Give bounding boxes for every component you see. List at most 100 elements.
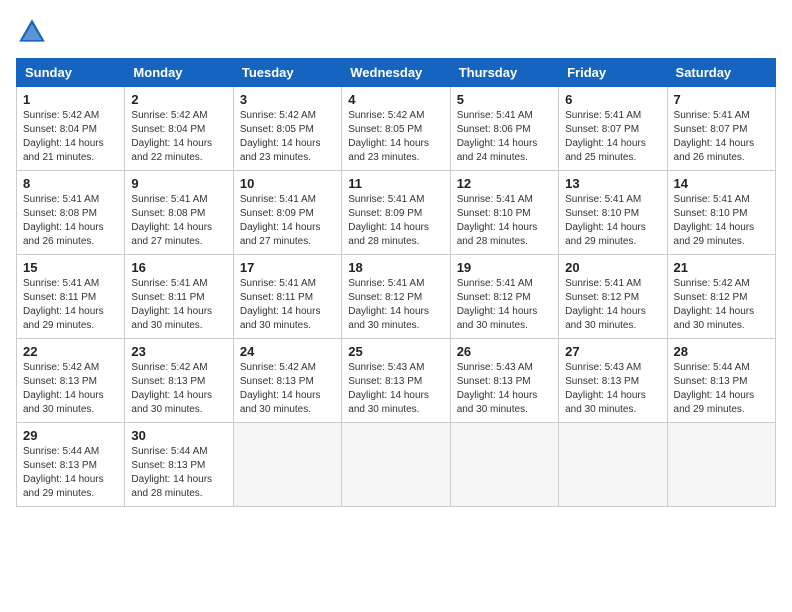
calendar-cell: 29 Sunrise: 5:44 AMSunset: 8:13 PMDayligh… [17,423,125,507]
week-row-4: 22Sunrise: 5:42 AMSunset: 8:13 PMDayligh… [17,339,776,423]
day-info: Sunrise: 5:41 AMSunset: 8:10 PMDaylight:… [674,193,769,249]
day-number: 27 [565,344,660,359]
day-info: Sunrise: 5:41 AMSunset: 8:06 PMDaylight:… [457,109,552,165]
calendar-cell: 12 Sunrise: 5:41 AMSunset: 8:10 PMDayligh… [450,171,558,255]
day-info: Sunrise: 5:41 AMSunset: 8:09 PMDaylight:… [240,193,335,249]
day-number: 7 [674,92,769,107]
day-number: 28 [674,344,769,359]
day-info: Sunrise: 5:44 AMSunset: 8:13 PMDaylight:… [23,445,118,501]
calendar-cell [450,423,558,507]
calendar-cell: 13 Sunrise: 5:41 AMSunset: 8:10 PMDayligh… [559,171,667,255]
day-info: Sunrise: 5:41 AMSunset: 8:11 PMDaylight:… [131,277,226,333]
calendar-cell: 30 Sunrise: 5:44 AMSunset: 8:13 PMDayligh… [125,423,233,507]
day-number: 13 [565,176,660,191]
weekday-header-wednesday: Wednesday [342,59,450,87]
day-info: Sunrise: 5:42 AMSunset: 8:04 PMDaylight:… [131,109,226,165]
calendar-cell: 11 Sunrise: 5:41 AMSunset: 8:09 PMDayligh… [342,171,450,255]
day-info: Sunrise: 5:41 AMSunset: 8:10 PMDaylight:… [457,193,552,249]
calendar-cell: 2 Sunrise: 5:42 AMSunset: 8:04 PMDaylight… [125,87,233,171]
calendar-cell: 20 Sunrise: 5:41 AMSunset: 8:12 PMDayligh… [559,255,667,339]
week-row-5: 29 Sunrise: 5:44 AMSunset: 8:13 PMDayligh… [17,423,776,507]
day-number: 12 [457,176,552,191]
day-info: Sunrise: 5:41 AMSunset: 8:08 PMDaylight:… [23,193,118,249]
calendar-cell: 4 Sunrise: 5:42 AMSunset: 8:05 PMDaylight… [342,87,450,171]
day-info: Sunrise: 5:43 AMSunset: 8:13 PMDaylight:… [457,361,552,417]
day-number: 10 [240,176,335,191]
weekday-header-tuesday: Tuesday [233,59,341,87]
weekday-header-sunday: Sunday [17,59,125,87]
calendar-cell: 16 Sunrise: 5:41 AMSunset: 8:11 PMDayligh… [125,255,233,339]
calendar-cell: 21 Sunrise: 5:42 AMSunset: 8:12 PMDayligh… [667,255,775,339]
day-number: 1 [23,92,118,107]
calendar-cell: 14 Sunrise: 5:41 AMSunset: 8:10 PMDayligh… [667,171,775,255]
day-info: Sunrise: 5:41 AMSunset: 8:10 PMDaylight:… [565,193,660,249]
day-number: 5 [457,92,552,107]
calendar-cell [342,423,450,507]
calendar-cell: 19 Sunrise: 5:41 AMSunset: 8:12 PMDayligh… [450,255,558,339]
day-info: Sunrise: 5:43 AMSunset: 8:13 PMDaylight:… [348,361,443,417]
day-info: Sunrise: 5:43 AMSunset: 8:13 PMDaylight:… [565,361,660,417]
calendar-cell: 28 Sunrise: 5:44 AMSunset: 8:13 PMDayligh… [667,339,775,423]
logo-icon [16,16,48,48]
day-number: 8 [23,176,118,191]
day-number: 29 [23,428,118,443]
day-number: 6 [565,92,660,107]
week-row-3: 15 Sunrise: 5:41 AMSunset: 8:11 PMDayligh… [17,255,776,339]
day-number: 9 [131,176,226,191]
day-number: 2 [131,92,226,107]
calendar-cell: 26Sunrise: 5:43 AMSunset: 8:13 PMDayligh… [450,339,558,423]
day-number: 20 [565,260,660,275]
day-info: Sunrise: 5:42 AMSunset: 8:04 PMDaylight:… [23,109,118,165]
page-header [16,16,776,48]
day-number: 15 [23,260,118,275]
day-info: Sunrise: 5:42 AMSunset: 8:13 PMDaylight:… [131,361,226,417]
calendar-cell: 22Sunrise: 5:42 AMSunset: 8:13 PMDayligh… [17,339,125,423]
calendar-cell: 3 Sunrise: 5:42 AMSunset: 8:05 PMDaylight… [233,87,341,171]
weekday-header-saturday: Saturday [667,59,775,87]
weekday-header-row: SundayMondayTuesdayWednesdayThursdayFrid… [17,59,776,87]
day-number: 3 [240,92,335,107]
day-info: Sunrise: 5:41 AMSunset: 8:07 PMDaylight:… [674,109,769,165]
day-info: Sunrise: 5:42 AMSunset: 8:05 PMDaylight:… [240,109,335,165]
day-info: Sunrise: 5:44 AMSunset: 8:13 PMDaylight:… [674,361,769,417]
calendar-cell: 27 Sunrise: 5:43 AMSunset: 8:13 PMDayligh… [559,339,667,423]
day-number: 21 [674,260,769,275]
weekday-header-thursday: Thursday [450,59,558,87]
calendar-cell [667,423,775,507]
day-info: Sunrise: 5:42 AMSunset: 8:13 PMDaylight:… [23,361,118,417]
day-number: 16 [131,260,226,275]
weekday-header-monday: Monday [125,59,233,87]
calendar-cell: 10 Sunrise: 5:41 AMSunset: 8:09 PMDayligh… [233,171,341,255]
day-info: Sunrise: 5:41 AMSunset: 8:08 PMDaylight:… [131,193,226,249]
weekday-header-friday: Friday [559,59,667,87]
day-info: Sunrise: 5:41 AMSunset: 8:11 PMDaylight:… [240,277,335,333]
calendar-cell: 23 Sunrise: 5:42 AMSunset: 8:13 PMDayligh… [125,339,233,423]
day-number: 25 [348,344,443,359]
day-info: Sunrise: 5:41 AMSunset: 8:12 PMDaylight:… [565,277,660,333]
calendar-cell: 1 Sunrise: 5:42 AMSunset: 8:04 PMDaylight… [17,87,125,171]
day-number: 23 [131,344,226,359]
day-number: 17 [240,260,335,275]
calendar-cell: 17 Sunrise: 5:41 AMSunset: 8:11 PMDayligh… [233,255,341,339]
calendar-cell: 25 Sunrise: 5:43 AMSunset: 8:13 PMDayligh… [342,339,450,423]
day-info: Sunrise: 5:42 AMSunset: 8:13 PMDaylight:… [240,361,335,417]
day-number: 14 [674,176,769,191]
calendar-cell [559,423,667,507]
calendar: SundayMondayTuesdayWednesdayThursdayFrid… [16,58,776,507]
day-info: Sunrise: 5:41 AMSunset: 8:12 PMDaylight:… [457,277,552,333]
day-info: Sunrise: 5:41 AMSunset: 8:12 PMDaylight:… [348,277,443,333]
day-number: 11 [348,176,443,191]
calendar-cell: 9 Sunrise: 5:41 AMSunset: 8:08 PMDaylight… [125,171,233,255]
week-row-2: 8 Sunrise: 5:41 AMSunset: 8:08 PMDaylight… [17,171,776,255]
calendar-cell: 8 Sunrise: 5:41 AMSunset: 8:08 PMDaylight… [17,171,125,255]
day-number: 4 [348,92,443,107]
day-number: 19 [457,260,552,275]
day-number: 24 [240,344,335,359]
calendar-cell: 18 Sunrise: 5:41 AMSunset: 8:12 PMDayligh… [342,255,450,339]
day-info: Sunrise: 5:42 AMSunset: 8:12 PMDaylight:… [674,277,769,333]
day-number: 18 [348,260,443,275]
day-number: 30 [131,428,226,443]
day-info: Sunrise: 5:42 AMSunset: 8:05 PMDaylight:… [348,109,443,165]
day-info: Sunrise: 5:41 AMSunset: 8:09 PMDaylight:… [348,193,443,249]
day-info: Sunrise: 5:44 AMSunset: 8:13 PMDaylight:… [131,445,226,501]
